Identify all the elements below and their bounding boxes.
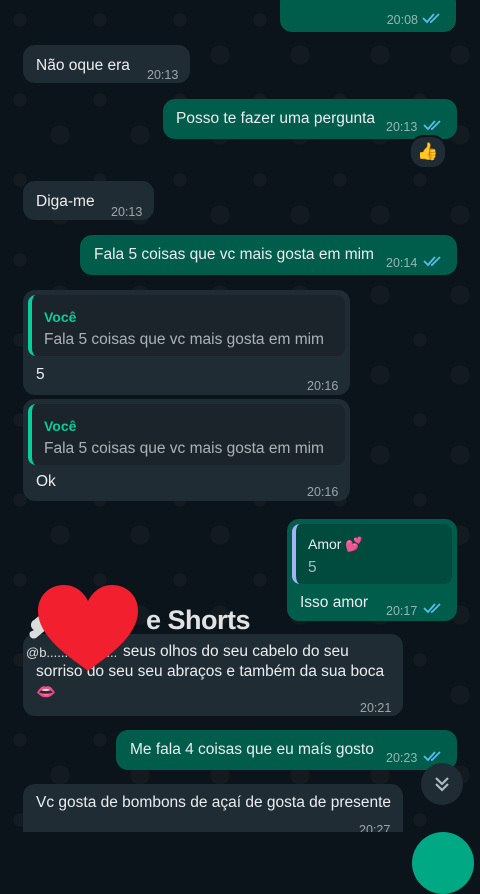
message-bubble-outgoing[interactable]: Amor 💕 5 Isso amor 20:17: [287, 519, 457, 621]
message-text: Posso te fazer uma pergunta: [176, 110, 376, 127]
message-text: Diga-me: [36, 193, 95, 210]
message-text: Vc gosta de bombons de açaí de gosta de …: [36, 794, 392, 811]
quoted-message[interactable]: Você Fala 5 coisas que vc mais gosta em …: [28, 295, 345, 356]
message-bubble-outgoing[interactable]: 20:08: [280, 0, 456, 32]
message-time: 20:14: [386, 256, 418, 270]
message-time: 20:13: [386, 120, 418, 134]
composer-bar: [0, 832, 480, 854]
message-text: Ok: [36, 473, 56, 490]
quote-text: 5: [308, 559, 317, 576]
message-time: 20:17: [386, 604, 418, 618]
double-check-icon: [423, 603, 441, 614]
message-bubble-outgoing[interactable]: Fala 5 coisas que vc mais gosta em mim 2…: [80, 235, 457, 275]
quote-author: Amor 💕: [308, 536, 363, 552]
reaction-badge[interactable]: 👍: [409, 135, 447, 169]
message-bubble-incoming[interactable]: Você Fala 5 coisas que vc mais gosta em …: [23, 399, 350, 501]
message-time: 20:13: [111, 205, 143, 219]
message-text: Me fala 4 coisas que eu maís gosto: [130, 741, 374, 758]
message-time: 20:16: [307, 485, 339, 499]
message-bubble-incoming[interactable]: Diga-me 20:13: [23, 181, 154, 220]
double-chevron-down-icon: [435, 777, 449, 792]
message-bubble-outgoing[interactable]: Me fala 4 coisas que eu maís gosto 20:23: [116, 730, 457, 770]
heart-icon: [38, 585, 138, 671]
double-check-icon: [422, 13, 440, 24]
message-bubble-incoming[interactable]: Não oque era 20:13: [23, 45, 190, 83]
message-time: 20:23: [386, 751, 418, 765]
scroll-to-bottom-button[interactable]: [421, 763, 463, 805]
quote-author: Você: [44, 309, 77, 325]
quote-author: Você: [44, 418, 77, 434]
message-text: 5: [36, 366, 45, 383]
message-time: 20:08: [386, 13, 418, 27]
double-check-icon: [423, 751, 441, 762]
quote-text: Fala 5 coisas que vc mais gosta em mim: [44, 440, 324, 457]
message-emoji: 👄: [36, 684, 56, 701]
message-text-line: seus olhos do seu cabelo do seu: [123, 643, 349, 660]
message-text: Isso amor: [300, 594, 369, 611]
double-check-icon: [423, 256, 441, 267]
message-bubble-incoming[interactable]: Você Fala 5 coisas que vc mais gosta em …: [23, 290, 350, 395]
message-time: 20:21: [360, 701, 392, 715]
shorts-watermark: e Shorts: [146, 605, 251, 635]
message-time: 20:16: [307, 379, 339, 393]
message-bubble-outgoing[interactable]: Posso te fazer uma pergunta 20:13: [163, 99, 457, 139]
quoted-message[interactable]: Você Fala 5 coisas que vc mais gosta em …: [28, 404, 345, 465]
quoted-message[interactable]: Amor 💕 5: [292, 524, 452, 584]
quote-text: Fala 5 coisas que vc mais gosta em mim: [44, 331, 324, 348]
message-text: Fala 5 coisas que vc mais gosta em mim: [94, 246, 374, 263]
microphone-button[interactable]: [412, 832, 474, 894]
double-check-icon: [423, 120, 441, 131]
message-text: Não oque era: [36, 57, 130, 74]
message-time: 20:13: [147, 68, 179, 82]
